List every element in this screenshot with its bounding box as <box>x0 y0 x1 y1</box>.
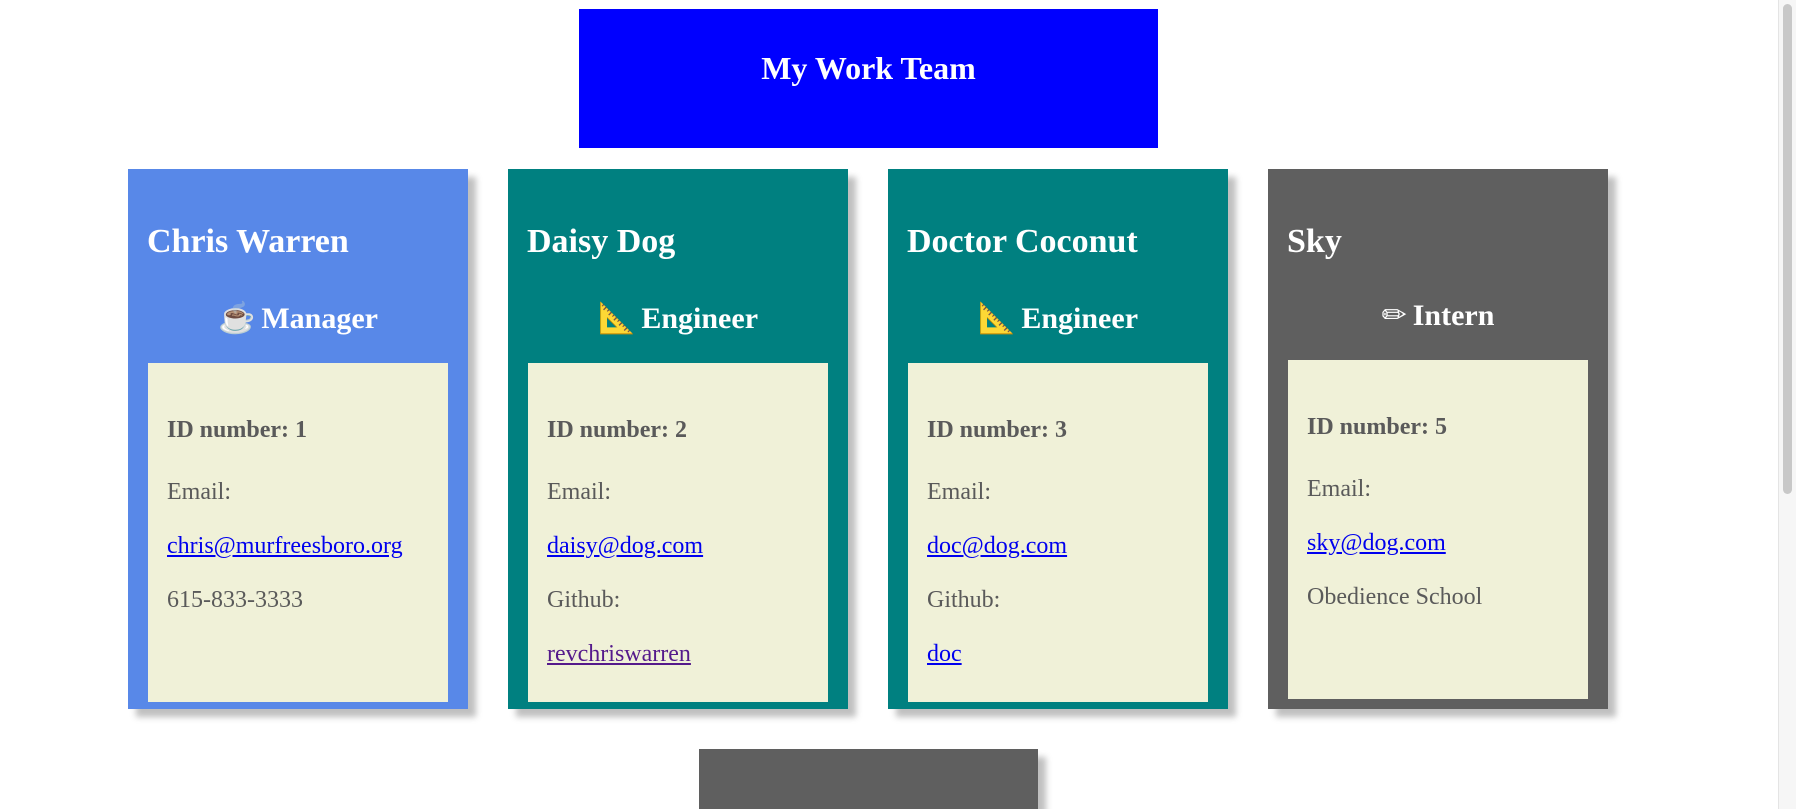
email-link[interactable]: doc@dog.com <box>927 533 1067 559</box>
role-label: Intern <box>1412 299 1495 332</box>
role-label: Engineer <box>641 302 759 335</box>
employee-id: ID number: 5 <box>1307 414 1448 440</box>
role-label: Engineer <box>1021 302 1139 335</box>
vertical-scrollbar[interactable] <box>1778 0 1796 809</box>
email-link[interactable]: chris@murfreesboro.org <box>167 533 403 559</box>
employee-role: 📐 Engineer <box>888 301 1228 336</box>
employee-name: Chris Warren <box>147 223 349 260</box>
github-link[interactable]: revchriswarren <box>547 641 691 667</box>
employee-id: ID number: 3 <box>927 417 1068 443</box>
employee-card-engineer: Doctor Coconut 📐 Engineer ID number: 3 Em… <box>888 169 1228 709</box>
triangular-ruler-icon: 📐 <box>597 302 636 335</box>
page-title: My Work Team <box>761 50 976 86</box>
github-label: Github: <box>927 587 1001 613</box>
employee-info-panel: ID number: 2 Email: daisy@dog.com Github… <box>528 363 828 702</box>
email-label: Email: <box>167 479 231 505</box>
employee-card-engineer: Daisy Dog 📐 Engineer ID number: 2 Email: … <box>508 169 848 709</box>
employee-id: ID number: 1 <box>167 417 308 443</box>
scrollbar-thumb[interactable] <box>1783 4 1792 494</box>
employee-card-intern: Sky ✏ Intern ID number: 5 Email: sky@dog.… <box>1268 169 1608 709</box>
triangular-ruler-icon: 📐 <box>977 302 1016 335</box>
page-header: My Work Team <box>579 9 1158 148</box>
employee-card-manager: Chris Warren ☕ Manager ID number: 1 Email… <box>128 169 468 709</box>
office-number: 615-833-3333 <box>167 587 303 613</box>
employee-info-panel: ID number: 1 Email: chris@murfreesboro.o… <box>148 363 448 702</box>
github-link[interactable]: doc <box>927 641 962 667</box>
coffee-icon: ☕ <box>218 302 256 335</box>
email-label: Email: <box>927 479 991 505</box>
pencil-icon: ✏ <box>1381 299 1407 332</box>
school-name: Obedience School <box>1307 584 1483 610</box>
employee-role: ✏ Intern <box>1268 298 1608 333</box>
partial-card-next-row <box>699 749 1038 809</box>
role-label: Manager <box>261 302 378 335</box>
employee-role: 📐 Engineer <box>508 301 848 336</box>
employee-name: Sky <box>1287 223 1342 260</box>
page-viewport: My Work Team Chris Warren ☕ Manager ID nu… <box>0 0 1778 809</box>
email-link[interactable]: daisy@dog.com <box>547 533 703 559</box>
github-label: Github: <box>547 587 621 613</box>
email-link[interactable]: sky@dog.com <box>1307 530 1446 556</box>
email-label: Email: <box>1307 476 1371 502</box>
email-label: Email: <box>547 479 611 505</box>
employee-role: ☕ Manager <box>128 301 468 336</box>
employee-id: ID number: 2 <box>547 417 688 443</box>
employee-info-panel: ID number: 5 Email: sky@dog.com Obedienc… <box>1288 360 1588 699</box>
employee-info-panel: ID number: 3 Email: doc@dog.com Github: … <box>908 363 1208 702</box>
employee-name: Daisy Dog <box>527 223 676 260</box>
employee-name: Doctor Coconut <box>907 223 1138 260</box>
